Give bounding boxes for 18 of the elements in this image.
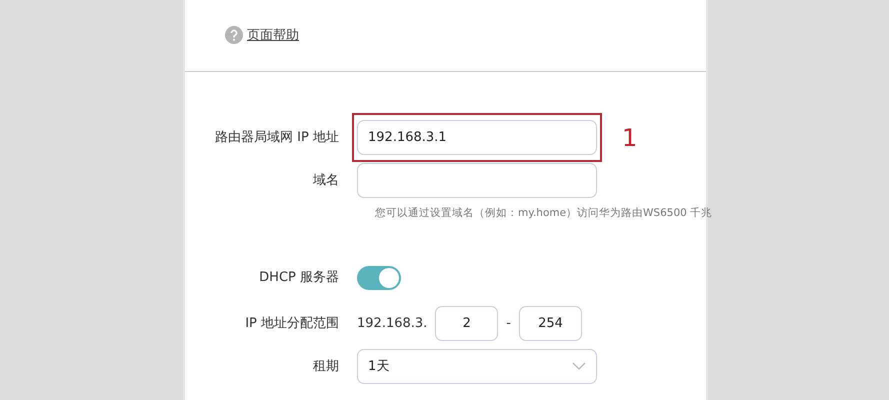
field-label: DHCP 服务器	[258, 269, 340, 287]
range-separator: -	[506, 314, 511, 332]
input-field[interactable]: 2	[435, 306, 498, 341]
input-field[interactable]: 192.168.3.1	[357, 120, 597, 155]
ip-prefix: 192.168.3.	[357, 314, 428, 332]
toggle-switch[interactable]	[357, 266, 401, 290]
help-icon	[225, 26, 243, 44]
field-label: 路由器局域网 IP 地址	[214, 128, 340, 147]
input-field[interactable]	[357, 163, 597, 198]
hint-text: 您可以通过设置域名（例如：my.home）访问华为路由WS6500 千兆	[375, 206, 712, 221]
lease-dropdown[interactable]: 1天	[357, 348, 597, 384]
input-field[interactable]: 254	[519, 306, 582, 341]
field-label: 租期	[312, 358, 340, 376]
help-link[interactable]: 页面帮助	[247, 26, 299, 46]
field-label: IP 地址分配范围	[244, 314, 340, 332]
chevron-icon	[572, 362, 586, 370]
field-label: 域名	[312, 172, 340, 190]
annotation-number: 1	[622, 122, 638, 154]
